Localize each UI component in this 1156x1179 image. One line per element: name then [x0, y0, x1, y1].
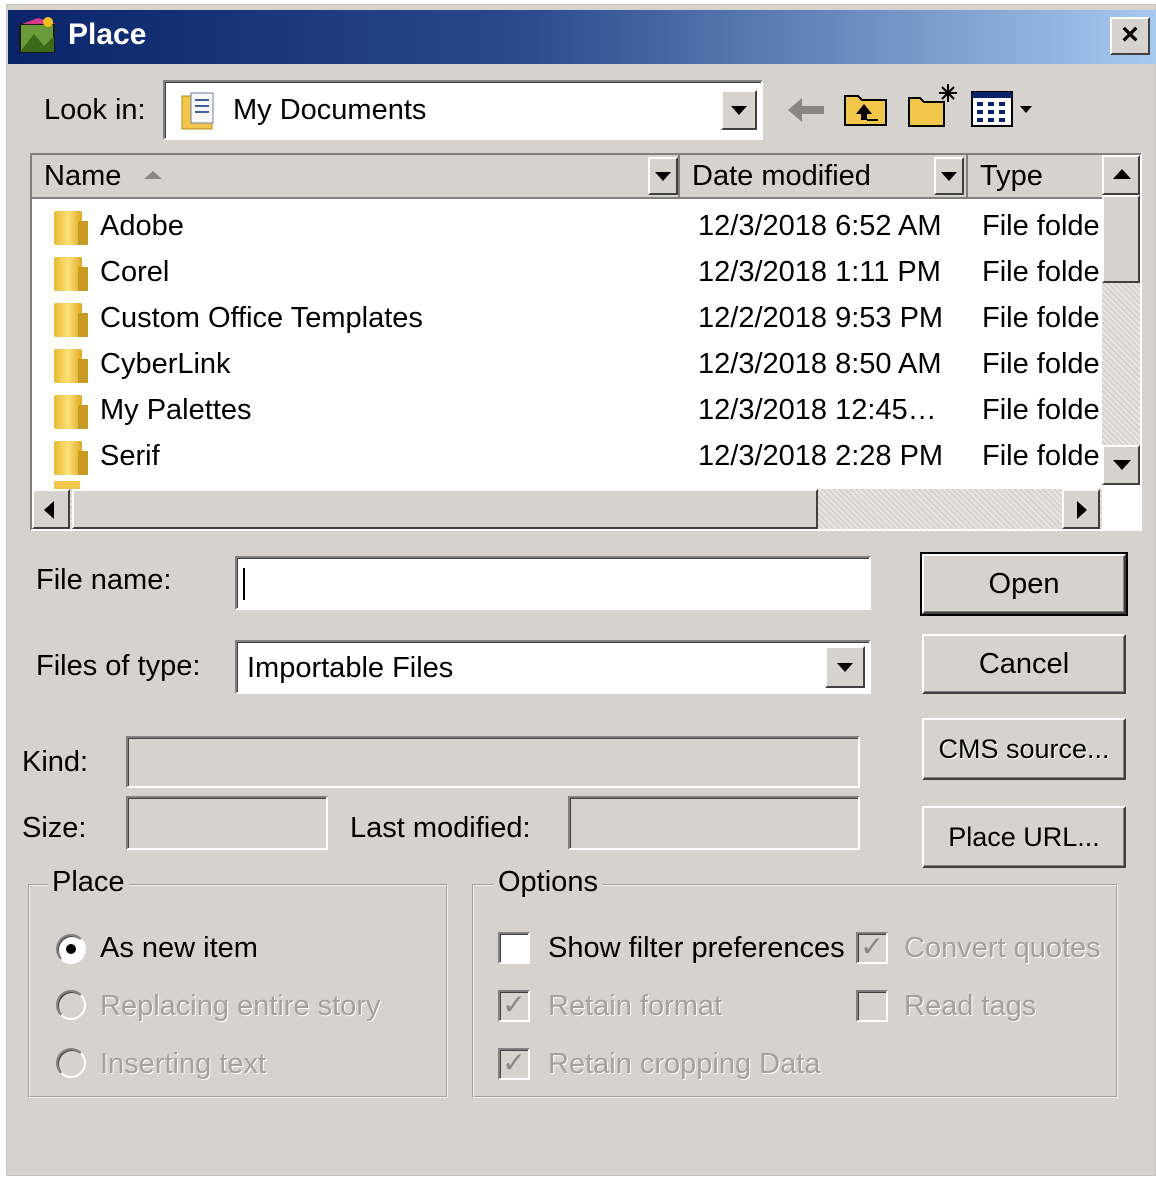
- column-header-type[interactable]: Type: [968, 155, 1108, 199]
- view-menu-icon[interactable]: [970, 90, 1040, 128]
- place-url-button[interactable]: Place URL...: [922, 806, 1126, 868]
- retain-cropping-data-label: Retain cropping Data: [548, 1048, 821, 1080]
- file-type: File folde: [982, 210, 1100, 242]
- place-groupbox: Place As new item Replacing entire story…: [28, 866, 448, 1098]
- back-arrow-icon[interactable]: [786, 94, 826, 126]
- column-date-label: Date modified: [692, 160, 871, 192]
- file-name: CyberLink: [100, 348, 231, 380]
- retain-format-label: Retain format: [548, 990, 723, 1022]
- file-name: Adobe: [100, 210, 184, 242]
- close-button[interactable]: ×: [1110, 17, 1150, 55]
- convert-quotes-checkbox[interactable]: ✓: [856, 932, 888, 964]
- list-item[interactable]: CyberLink 12/3/2018 8:50 AM File folde: [32, 341, 1102, 387]
- look-in-combobox[interactable]: My Documents: [163, 80, 763, 140]
- file-date: 12/3/2018 1:11 PM: [698, 256, 941, 288]
- retain-cropping-data-checkbox[interactable]: ✓: [498, 1048, 530, 1080]
- size-field: [126, 796, 328, 850]
- list-item[interactable]: Corel 12/3/2018 1:11 PM File folde: [32, 249, 1102, 295]
- title-bar[interactable]: [8, 10, 1156, 64]
- size-label: Size:: [22, 812, 87, 844]
- inserting-text-label: Inserting text: [100, 1048, 267, 1080]
- column-type-label: Type: [980, 160, 1043, 192]
- file-name-label: File name:: [36, 564, 172, 596]
- open-button[interactable]: Open: [920, 552, 1128, 616]
- options-group-title: Options: [494, 866, 602, 899]
- folder-icon: [54, 209, 90, 245]
- file-date: 12/3/2018 2:28 PM: [698, 440, 944, 472]
- replacing-entire-story-label: Replacing entire story: [100, 990, 381, 1022]
- file-date: 12/2/2018 9:53 PM: [698, 302, 944, 334]
- column-header-name[interactable]: Name: [32, 155, 680, 199]
- cancel-button[interactable]: Cancel: [922, 634, 1126, 694]
- inserting-text-radio[interactable]: [56, 1048, 86, 1078]
- files-of-type-value: Importable Files: [247, 652, 454, 684]
- convert-quotes-label: Convert quotes: [904, 932, 1101, 964]
- list-item[interactable]: Serif 12/3/2018 2:28 PM File folde: [32, 433, 1102, 479]
- date-column-dropdown[interactable]: [934, 157, 964, 195]
- place-group-title: Place: [48, 866, 129, 899]
- up-folder-icon[interactable]: [842, 88, 890, 128]
- last-modified-label: Last modified:: [350, 812, 531, 844]
- file-name: My Palettes: [100, 394, 252, 426]
- show-filter-preferences-checkbox[interactable]: [498, 932, 530, 964]
- show-filter-preferences-label: Show filter preferences: [548, 932, 845, 964]
- folder-icon: [54, 481, 80, 489]
- text-cursor: [243, 568, 245, 600]
- retain-format-checkbox[interactable]: ✓: [498, 990, 530, 1022]
- as-new-item-radio[interactable]: [56, 934, 86, 964]
- file-type: File folde: [982, 256, 1100, 288]
- cms-source-button[interactable]: CMS source...: [922, 718, 1126, 780]
- new-folder-icon[interactable]: [906, 82, 958, 128]
- file-type: File folde: [982, 394, 1100, 426]
- list-item[interactable]: Custom Office Templates 12/2/2018 9:53 P…: [32, 295, 1102, 341]
- horizontal-scrollbar[interactable]: [32, 489, 1102, 529]
- scroll-up-button[interactable]: [1102, 155, 1140, 195]
- last-modified-field: [568, 796, 860, 850]
- file-name: Corel: [100, 256, 170, 288]
- read-tags-checkbox[interactable]: [856, 990, 888, 1022]
- app-icon: [19, 17, 56, 53]
- look-in-label: Look in:: [44, 94, 146, 126]
- replacing-entire-story-radio[interactable]: [56, 990, 86, 1020]
- file-date: 12/3/2018 6:52 AM: [698, 210, 942, 242]
- folder-icon: [54, 301, 90, 337]
- file-type: File folde: [982, 348, 1100, 380]
- horizontal-scroll-thumb[interactable]: [72, 489, 818, 529]
- file-list[interactable]: Name Date modified Type Adobe 12/3/2018 …: [30, 153, 1142, 531]
- folder-icon: [54, 347, 90, 383]
- scroll-left-button[interactable]: [32, 489, 70, 529]
- options-groupbox: Options Show filter preferences ✓ Retain…: [472, 866, 1118, 1098]
- window-title: Place: [68, 18, 147, 51]
- column-name-label: Name: [44, 160, 122, 192]
- file-name: Custom Office Templates: [100, 302, 423, 334]
- file-type: File folde: [982, 440, 1100, 472]
- kind-label: Kind:: [22, 746, 89, 778]
- files-of-type-label: Files of type:: [36, 650, 201, 682]
- files-of-type-select[interactable]: Importable Files: [235, 640, 871, 694]
- folder-icon: [54, 255, 90, 291]
- vertical-scrollbar[interactable]: [1102, 155, 1140, 485]
- file-name-input[interactable]: [235, 556, 871, 610]
- sort-ascending-icon: [144, 171, 162, 179]
- documents-folder-icon: [181, 92, 214, 130]
- file-date: 12/3/2018 8:50 AM: [698, 348, 942, 380]
- folder-icon: [54, 393, 90, 429]
- look-in-value: My Documents: [233, 94, 427, 126]
- file-date: 12/3/2018 12:45…: [698, 394, 937, 426]
- list-item[interactable]: Adobe 12/3/2018 6:52 AM File folde: [32, 203, 1102, 249]
- name-column-dropdown[interactable]: [648, 157, 678, 195]
- read-tags-label: Read tags: [904, 990, 1037, 1022]
- files-of-type-dropdown-arrow[interactable]: [825, 646, 865, 688]
- scroll-right-button[interactable]: [1062, 489, 1100, 529]
- kind-field: [126, 736, 860, 788]
- as-new-item-label: As new item: [100, 932, 258, 964]
- list-item[interactable]: My Palettes 12/3/2018 12:45… File folde: [32, 387, 1102, 433]
- scroll-down-button[interactable]: [1102, 445, 1140, 485]
- column-header-date[interactable]: Date modified: [680, 155, 968, 199]
- look-in-dropdown-arrow[interactable]: [721, 90, 757, 130]
- file-name: Serif: [100, 440, 160, 472]
- file-type: File folde: [982, 302, 1100, 334]
- vertical-scroll-thumb[interactable]: [1102, 195, 1140, 283]
- folder-icon: [54, 439, 90, 475]
